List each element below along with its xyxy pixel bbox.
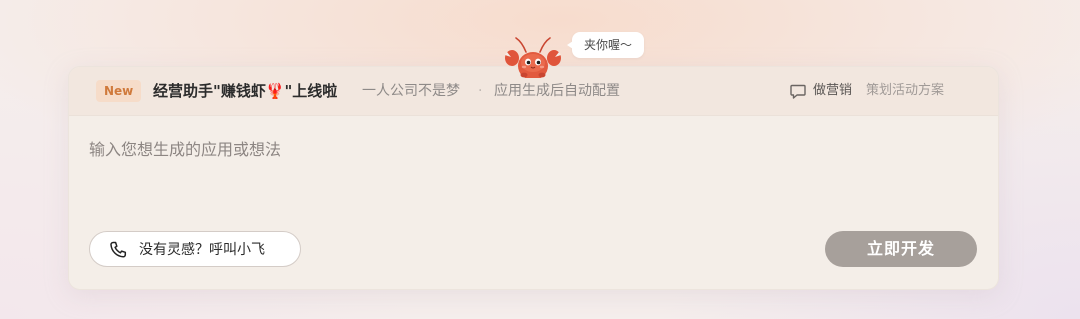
marketing-shortcut-label[interactable]: 做营销	[813, 80, 852, 102]
separator-dot: ·	[478, 83, 483, 99]
lobster-mascot-icon	[505, 37, 561, 78]
announcement-tagline-2: 应用生成后自动配置	[494, 83, 620, 99]
marketing-shortcut-sub[interactable]: 策划活动方案	[866, 80, 944, 102]
announcement-tagline-1: 一人公司不是梦	[362, 83, 460, 99]
idea-input[interactable]	[89, 137, 969, 161]
mascot-speech-text: 夹你喔～	[584, 38, 633, 52]
call-xiaofei-label: 没有灵感？呼叫小飞	[139, 242, 265, 258]
mascot-speech-bubble: 夹你喔～	[566, 32, 645, 58]
phone-icon	[110, 241, 127, 258]
new-badge: New	[96, 80, 142, 102]
develop-now-button[interactable]: 立即开发	[825, 231, 977, 267]
call-xiaofei-button[interactable]: 没有灵感？呼叫小飞	[89, 231, 301, 267]
prompt-card: New 经营助手"赚钱虾🦞"上线啦 一人公司不是梦 · 应用生成后自动配置 做营…	[68, 66, 999, 290]
chat-bubble-icon	[790, 84, 806, 99]
announcement-title: 经营助手"赚钱虾🦞"上线啦	[153, 82, 338, 100]
